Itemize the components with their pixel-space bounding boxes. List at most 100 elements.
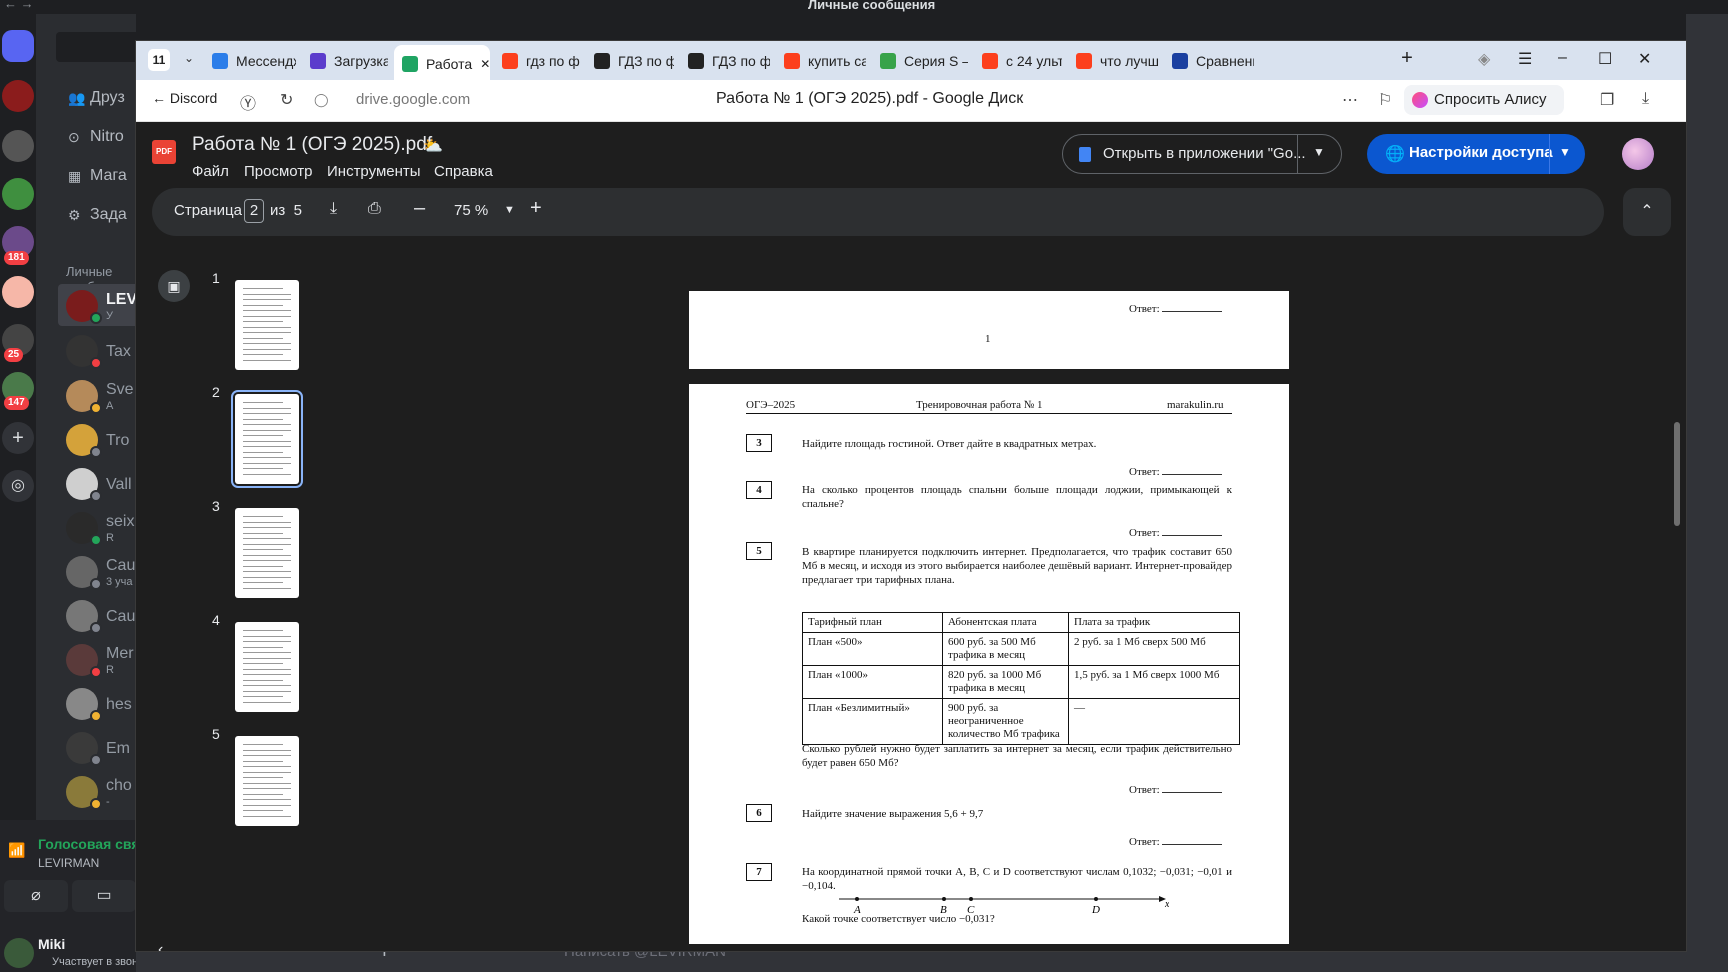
table-cell: — xyxy=(1068,698,1240,745)
page-number-input[interactable]: 2 xyxy=(244,199,264,223)
tab-7[interactable]: купить са xyxy=(776,47,866,75)
maximize-icon[interactable]: ☐ xyxy=(1598,49,1612,69)
tab-5[interactable]: ГДЗ по ф xyxy=(586,47,674,75)
zoom-out-icon[interactable]: – xyxy=(414,197,425,220)
dm-search[interactable] xyxy=(56,32,136,62)
print-icon[interactable]: ⎙ xyxy=(368,200,381,218)
close-tab-icon[interactable]: ✕ xyxy=(480,57,490,71)
tab-bar: 11 ⌄ Мессендж Загрузка Работа ✕ гдз по фот ГД… xyxy=(136,41,1686,80)
page-thumbnail[interactable] xyxy=(235,736,299,826)
dm-item[interactable]: Em xyxy=(58,726,136,768)
friends-icon: 👥 xyxy=(68,90,86,106)
question-text: На сколько процентов площадь спальни бол… xyxy=(802,484,1232,510)
tab-1[interactable]: Мессендж xyxy=(204,47,296,75)
tab-6[interactable]: ГДЗ по ф xyxy=(680,47,770,75)
discord-home-icon[interactable] xyxy=(2,30,34,62)
video-off-button[interactable]: ⌀ xyxy=(4,880,68,912)
tab-4[interactable]: гдз по фот xyxy=(494,47,580,75)
close-icon[interactable]: ✕ xyxy=(1638,49,1651,69)
tab-label: Работа xyxy=(426,55,473,72)
menu-help[interactable]: Справка xyxy=(434,163,493,180)
zoom-in-icon[interactable]: + xyxy=(530,197,542,220)
collapse-toolbar-button[interactable]: ⌃ xyxy=(1623,188,1671,236)
account-avatar[interactable] xyxy=(1622,138,1654,170)
point-c xyxy=(969,897,973,901)
explore-icon[interactable]: ◎ xyxy=(2,470,34,502)
zoom-dropdown-icon[interactable]: ▼ xyxy=(504,204,515,216)
dm-item[interactable]: Cau 3 уча xyxy=(58,550,136,592)
open-with-button[interactable]: Открыть в приложении "Go... ▼ xyxy=(1062,134,1342,174)
thumbnail-line xyxy=(243,641,291,642)
minimize-icon[interactable]: – xyxy=(1558,49,1567,67)
nav-friends[interactable]: Друз xyxy=(90,89,125,107)
share-dropdown-icon[interactable]: ▼ xyxy=(1559,145,1571,159)
more-icon[interactable]: ⋯ xyxy=(1342,90,1358,110)
tab-9[interactable]: с 24 ультр xyxy=(974,47,1062,75)
tab-11[interactable]: Сравнени xyxy=(1164,47,1254,75)
dm-item[interactable]: cho - xyxy=(58,770,136,812)
server-icon[interactable] xyxy=(2,178,34,210)
page-thumbnail[interactable] xyxy=(235,280,299,370)
dm-item[interactable]: Mer R xyxy=(58,638,136,680)
nav-shop[interactable]: Мага xyxy=(90,167,127,185)
download-icon[interactable]: ⤓ xyxy=(1642,90,1649,108)
menu-file[interactable]: Файл xyxy=(192,163,229,180)
nav-quests[interactable]: Зада xyxy=(90,206,127,224)
dm-item[interactable]: hes xyxy=(58,682,136,724)
reload-icon[interactable]: ↻ xyxy=(280,90,293,110)
dm-item[interactable]: Tro xyxy=(58,418,136,460)
page-thumbnail[interactable] xyxy=(231,390,303,488)
tab-label: Загрузка xyxy=(334,53,388,69)
discord-right-panel xyxy=(1686,14,1728,972)
dm-item[interactable]: Cau xyxy=(58,594,136,636)
nav-arrows[interactable]: ← → xyxy=(4,0,34,11)
server-icon[interactable] xyxy=(2,276,34,308)
url-host[interactable]: drive.google.com xyxy=(356,91,470,108)
dm-activity: - xyxy=(106,796,110,808)
scrollbar[interactable] xyxy=(1674,422,1680,526)
bookmark-icon[interactable]: ⚐ xyxy=(1378,90,1392,110)
dm-item[interactable]: Vall xyxy=(58,462,136,504)
nav-nitro[interactable]: Nitro xyxy=(90,128,124,146)
hide-sidebar-icon[interactable]: ‹ xyxy=(158,941,163,951)
tab-3[interactable]: Работа ✕ xyxy=(394,45,490,80)
dm-item[interactable]: Tax xyxy=(58,329,136,371)
download-icon[interactable]: ⤓ xyxy=(330,200,337,218)
image-view-button[interactable]: ▣ xyxy=(158,270,190,302)
thumbnail-line xyxy=(243,565,283,567)
open-with-dropdown-icon[interactable]: ▼ xyxy=(1313,145,1325,159)
back-button[interactable]: ← Discord xyxy=(152,90,217,106)
dm-item[interactable]: Sve A xyxy=(58,374,136,416)
user-avatar[interactable] xyxy=(4,938,34,968)
menu-tools[interactable]: Инструменты xyxy=(327,163,421,180)
yandex-icon[interactable]: Ⓨ xyxy=(240,90,256,114)
tabs-dropdown-icon[interactable]: ⌄ xyxy=(184,51,194,65)
save-to-drive-icon[interactable]: ⛅ xyxy=(423,136,443,156)
voice-channel[interactable]: LEVIRMAN xyxy=(38,856,99,870)
yandex-search-icon xyxy=(784,53,800,69)
thumbnail-line xyxy=(243,473,291,475)
browser-menu-icon[interactable]: ☰ xyxy=(1518,49,1532,69)
open-with-label: Открыть в приложении "Go... xyxy=(1103,145,1306,162)
tab-10[interactable]: что лучше xyxy=(1068,47,1158,75)
extensions-icon[interactable]: ◈ xyxy=(1478,49,1490,69)
menu-view[interactable]: Просмотр xyxy=(244,163,313,180)
dm-item[interactable]: seix R xyxy=(58,506,136,548)
file-name[interactable]: Работа № 1 (ОГЭ 2025).pdf xyxy=(192,134,432,156)
server-icon[interactable] xyxy=(2,130,34,162)
alice-button[interactable]: Спросить Алису AI xyxy=(1404,85,1564,138)
share-button[interactable]: 🌐 Настройки доступа ▼ xyxy=(1367,134,1585,174)
zoom-level[interactable]: 75 % xyxy=(454,202,488,219)
page-thumbnail[interactable] xyxy=(235,622,299,712)
page-thumbnail[interactable] xyxy=(235,508,299,598)
server-icon[interactable] xyxy=(2,80,34,112)
site-info-icon[interactable]: ◯ xyxy=(314,92,329,108)
tab-counter[interactable]: 11 xyxy=(148,49,170,71)
dm-item[interactable]: LEV У xyxy=(58,284,136,326)
tab-8[interactable]: Серия S – xyxy=(872,47,968,75)
screen-share-button[interactable]: ▭ xyxy=(72,880,136,912)
tab-2[interactable]: Загрузка xyxy=(302,47,388,75)
add-server-icon[interactable]: + xyxy=(2,422,34,454)
new-tab-button[interactable]: + xyxy=(1396,47,1418,71)
collections-icon[interactable]: ❐ xyxy=(1600,90,1614,110)
